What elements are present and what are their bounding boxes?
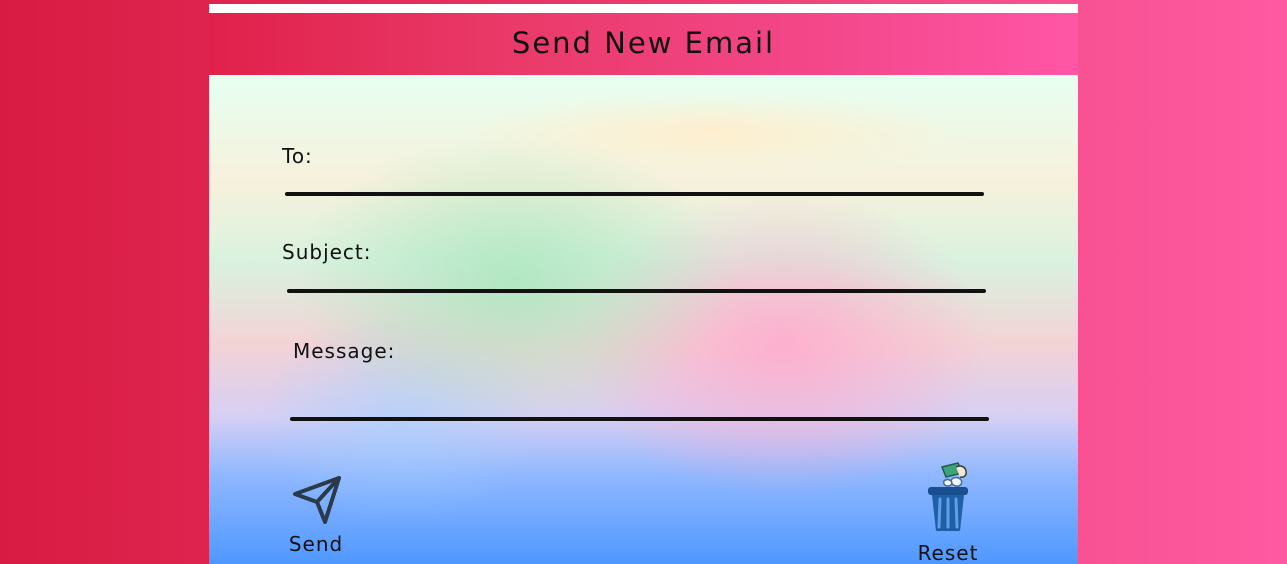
paper-plane-icon	[289, 472, 343, 526]
subject-field-label: Subject:	[282, 240, 372, 264]
top-divider	[209, 4, 1078, 13]
send-button[interactable]: Send	[275, 472, 357, 556]
to-field-label: To:	[282, 144, 313, 168]
email-compose-card: Send New Email To: Subject: Message: Sen…	[209, 0, 1078, 564]
subject-field-input-line[interactable]	[287, 289, 986, 293]
compose-header: Send New Email	[209, 13, 1078, 75]
reset-button[interactable]: Reset	[904, 459, 992, 564]
reset-label: Reset	[917, 541, 979, 564]
to-field-input-line[interactable]	[285, 192, 984, 196]
message-field-input-line[interactable]	[290, 417, 989, 421]
page-title: Send New Email	[511, 26, 776, 60]
trash-bin-icon	[916, 459, 980, 535]
send-label: Send	[288, 532, 344, 556]
compose-body: To: Subject: Message: Send Reset	[209, 75, 1078, 564]
message-field-label: Message:	[293, 339, 396, 363]
